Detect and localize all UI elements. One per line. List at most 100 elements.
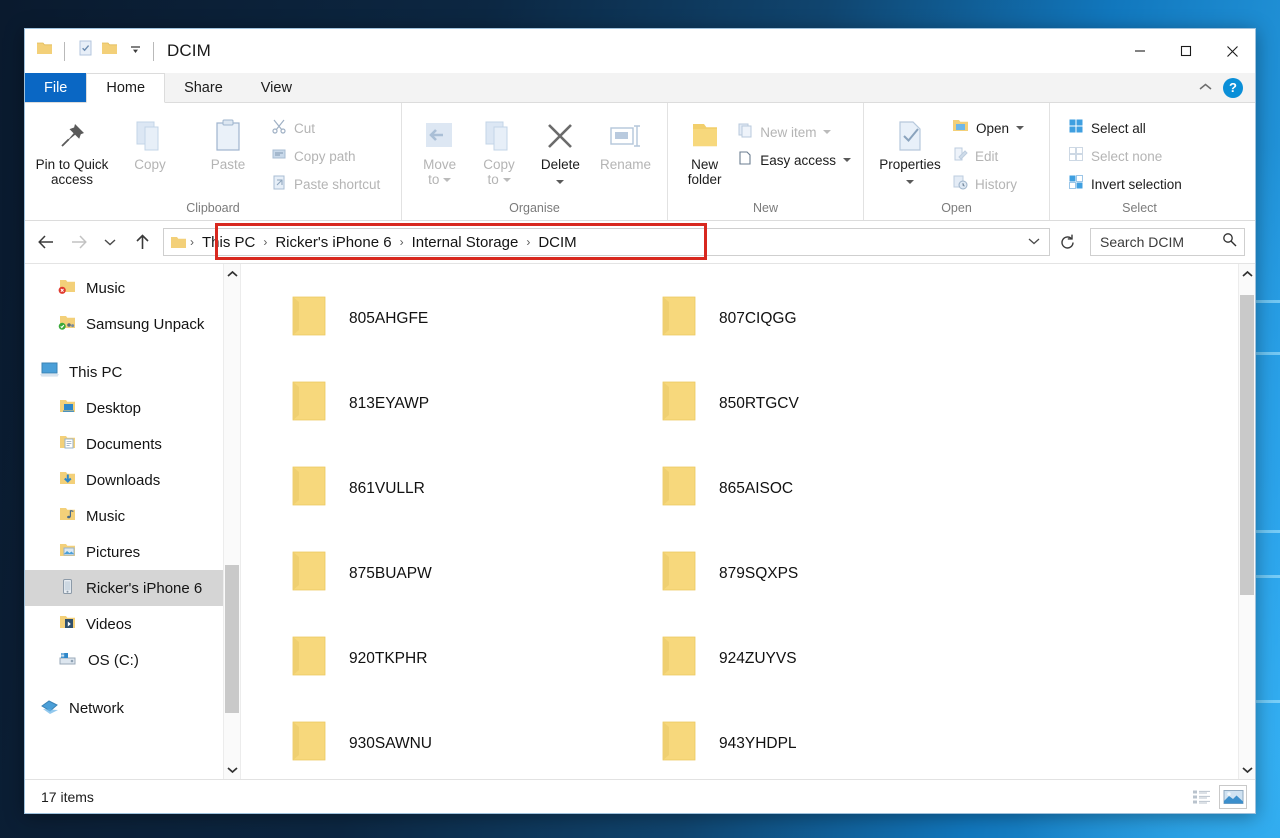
help-button[interactable]: ? xyxy=(1223,78,1243,98)
scroll-down-arrow-icon[interactable] xyxy=(1239,760,1255,779)
new-folder-button[interactable]: Newfolder xyxy=(676,111,733,187)
list-item[interactable]: 875BUAPW xyxy=(261,531,631,616)
content-scrollbar[interactable] xyxy=(1238,264,1255,779)
breadcrumb-item-this-pc[interactable]: This PC xyxy=(197,234,260,251)
sidebar-item-downloads[interactable]: Downloads xyxy=(25,462,240,498)
clipboard-small-commands: Cut Copy path Paste shortcut xyxy=(267,111,384,195)
paste-shortcut-button[interactable]: Paste shortcut xyxy=(267,173,384,195)
list-item[interactable]: 943YHDPL xyxy=(631,701,1001,779)
list-item[interactable]: 805AHGFE xyxy=(261,276,631,361)
new-item-button[interactable]: New item xyxy=(733,121,855,143)
properties-icon xyxy=(895,115,925,157)
scroll-up-arrow-icon[interactable] xyxy=(224,264,240,283)
search-icon[interactable] xyxy=(1222,232,1237,252)
select-none-button[interactable]: Select none xyxy=(1064,145,1186,167)
downloads-folder-icon xyxy=(58,470,77,491)
ribbon-group-new: Newfolder New item Easy access xyxy=(667,103,863,220)
sidebar-item-music-quick[interactable]: Music xyxy=(25,270,240,306)
list-item[interactable]: 861VULLR xyxy=(261,446,631,531)
back-button[interactable] xyxy=(31,227,61,257)
sidebar-item-network[interactable]: Network xyxy=(25,690,240,726)
properties-icon[interactable] xyxy=(78,40,94,62)
large-icons-view-button[interactable] xyxy=(1219,785,1247,809)
list-item[interactable]: 879SQXPS xyxy=(631,531,1001,616)
file-name: 879SQXPS xyxy=(719,565,798,583)
sidebar-label: Network xyxy=(69,700,124,717)
list-item[interactable]: 930SAWNU xyxy=(261,701,631,779)
breadcrumb-item-internal-storage[interactable]: Internal Storage xyxy=(407,234,524,251)
sidebar-item-documents[interactable]: Documents xyxy=(25,426,240,462)
sidebar-scroll-track[interactable] xyxy=(224,283,240,760)
pin-to-quick-access-button[interactable]: Pin to Quickaccess xyxy=(33,111,111,187)
cut-button[interactable]: Cut xyxy=(267,117,384,139)
customize-dropdown-icon[interactable] xyxy=(129,42,142,60)
sidebar-item-rickers-iphone-6[interactable]: Ricker's iPhone 6 xyxy=(25,570,240,606)
edit-button[interactable]: Edit xyxy=(948,145,1028,167)
easy-access-button[interactable]: Easy access xyxy=(733,149,855,171)
refresh-button[interactable] xyxy=(1052,227,1082,257)
sidebar-item-pictures[interactable]: Pictures xyxy=(25,534,240,570)
sidebar-scrollbar[interactable] xyxy=(223,264,240,779)
recent-locations-button[interactable] xyxy=(95,227,125,257)
music-folder-icon xyxy=(58,506,77,527)
breadcrumb-bar[interactable]: › This PC › Ricker's iPhone 6 › Internal… xyxy=(163,228,1050,256)
open-button[interactable]: Open xyxy=(948,117,1028,139)
cut-label: Cut xyxy=(294,121,315,136)
sidebar-item-os-c[interactable]: OS (C:) xyxy=(25,642,240,678)
breadcrumb-item-device[interactable]: Ricker's iPhone 6 xyxy=(270,234,396,251)
new-folder-line2: folder xyxy=(688,172,722,187)
search-input[interactable]: Search DCIM xyxy=(1090,228,1245,256)
list-item[interactable]: 807CIQGG xyxy=(631,276,1001,361)
sidebar-scroll-thumb[interactable] xyxy=(225,565,239,713)
new-folder-icon[interactable] xyxy=(101,41,118,61)
scroll-down-arrow-icon[interactable] xyxy=(224,760,240,779)
qat-separator xyxy=(64,42,65,61)
videos-folder-icon xyxy=(58,614,77,635)
properties-button[interactable]: Properties xyxy=(872,111,948,187)
tab-file[interactable]: File xyxy=(25,73,86,102)
folder-shared-icon xyxy=(58,314,77,335)
sidebar-item-samsung-unpack[interactable]: Samsung Unpack xyxy=(25,306,240,342)
folder-icon[interactable] xyxy=(36,41,53,61)
file-name: 875BUAPW xyxy=(349,565,432,583)
tab-share[interactable]: Share xyxy=(165,73,242,102)
chevron-up-icon[interactable] xyxy=(1198,79,1213,97)
ribbon-group-organise: Moveto Copyto Delete xyxy=(401,103,667,220)
address-dropdown-icon[interactable] xyxy=(1027,233,1041,251)
content-scroll-track[interactable] xyxy=(1239,283,1255,760)
content-scroll-thumb[interactable] xyxy=(1240,295,1254,595)
copy-button[interactable]: Copy xyxy=(111,111,189,172)
file-list-pane[interactable]: 805AHGFE 807CIQGG 813EYAWP xyxy=(240,264,1255,779)
list-item[interactable]: 850RTGCV xyxy=(631,361,1001,446)
paste-button[interactable]: Paste xyxy=(189,111,267,172)
tab-home[interactable]: Home xyxy=(86,73,165,103)
close-button[interactable] xyxy=(1209,29,1255,73)
rename-button[interactable]: Rename xyxy=(592,111,659,172)
invert-selection-button[interactable]: Invert selection xyxy=(1064,173,1186,195)
minimize-button[interactable] xyxy=(1117,29,1163,73)
list-item[interactable]: 813EYAWP xyxy=(261,361,631,446)
sidebar-item-videos[interactable]: Videos xyxy=(25,606,240,642)
group-label-open: Open xyxy=(864,199,1049,217)
address-bar: › This PC › Ricker's iPhone 6 › Internal… xyxy=(25,221,1255,263)
breadcrumb-item-dcim[interactable]: DCIM xyxy=(533,234,581,251)
group-label-select: Select xyxy=(1050,199,1229,217)
list-item[interactable]: 924ZUYVS xyxy=(631,616,1001,701)
copy-to-button[interactable]: Copyto xyxy=(469,111,528,187)
details-view-button[interactable] xyxy=(1187,785,1215,809)
forward-button[interactable] xyxy=(63,227,93,257)
list-item[interactable]: 920TKPHR xyxy=(261,616,631,701)
list-item[interactable]: 865AISOC xyxy=(631,446,1001,531)
copy-path-button[interactable]: Copy path xyxy=(267,145,384,167)
up-button[interactable] xyxy=(127,227,157,257)
select-all-button[interactable]: Select all xyxy=(1064,117,1186,139)
scroll-up-arrow-icon[interactable] xyxy=(1239,264,1255,283)
sidebar-item-music[interactable]: Music xyxy=(25,498,240,534)
sidebar-item-this-pc[interactable]: This PC xyxy=(25,354,240,390)
sidebar-item-desktop[interactable]: Desktop xyxy=(25,390,240,426)
tab-view[interactable]: View xyxy=(242,73,311,102)
move-to-button[interactable]: Moveto xyxy=(410,111,469,187)
delete-button[interactable]: Delete xyxy=(529,111,592,187)
maximize-button[interactable] xyxy=(1163,29,1209,73)
history-button[interactable]: History xyxy=(948,173,1028,195)
